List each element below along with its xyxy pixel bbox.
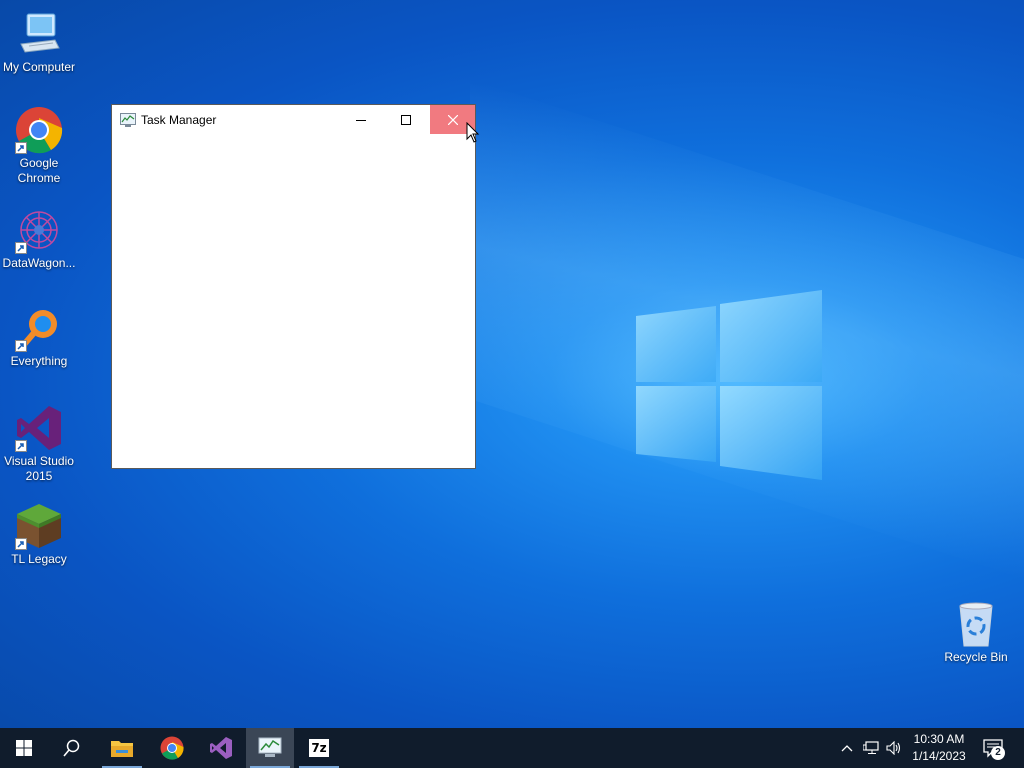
window-titlebar[interactable]: Task Manager bbox=[112, 105, 475, 135]
taskbar: 7z 10:30 AM 1/14/2023 2 bbox=[0, 728, 1024, 768]
visual-studio-icon bbox=[15, 404, 63, 452]
shortcut-arrow-icon bbox=[15, 242, 27, 254]
volume-icon bbox=[886, 741, 901, 755]
volume-tray-button[interactable] bbox=[886, 740, 902, 756]
show-hidden-icons-button[interactable] bbox=[839, 740, 855, 756]
desktop-icon-visual-studio[interactable]: Visual Studio 2015 bbox=[0, 404, 78, 484]
computer-icon bbox=[15, 10, 63, 58]
shortcut-arrow-icon bbox=[15, 440, 27, 452]
datawagon-icon bbox=[15, 206, 63, 254]
shortcut-arrow-icon bbox=[15, 340, 27, 352]
window-content-area bbox=[112, 135, 475, 468]
visual-studio-icon bbox=[210, 737, 232, 759]
desktop-icon-label: DataWagon... bbox=[2, 256, 76, 270]
desktop-icon-label: My Computer bbox=[2, 60, 76, 74]
action-center-button[interactable]: 2 bbox=[980, 728, 1012, 768]
desktop-icon-label: TL Legacy bbox=[11, 552, 67, 566]
search-icon bbox=[63, 739, 80, 757]
task-manager-icon bbox=[258, 737, 282, 757]
task-manager-icon bbox=[120, 113, 136, 127]
minimize-button[interactable] bbox=[338, 105, 383, 134]
clock-time: 10:30 AM bbox=[913, 732, 965, 746]
7zip-icon: 7z bbox=[309, 739, 329, 757]
desktop-icon-label: Everything bbox=[10, 354, 68, 368]
desktop-background: My Computer Google Chrome DataWagon... E… bbox=[0, 0, 1024, 728]
network-tray-button[interactable] bbox=[863, 740, 879, 756]
maximize-icon bbox=[400, 114, 411, 125]
shortcut-arrow-icon bbox=[15, 142, 27, 154]
chevron-up-icon bbox=[841, 745, 853, 752]
folder-icon bbox=[111, 741, 133, 757]
taskbar-task-manager[interactable] bbox=[246, 728, 294, 768]
desktop-icon-google-chrome[interactable]: Google Chrome bbox=[0, 106, 78, 186]
task-manager-window[interactable]: Task Manager bbox=[111, 104, 476, 469]
windows-start-icon bbox=[16, 740, 32, 756]
desktop-icon-label: Visual Studio 2015 bbox=[4, 454, 74, 483]
7zip-label: 7z bbox=[311, 741, 327, 755]
taskbar-clock[interactable]: 10:30 AM 1/14/2023 bbox=[904, 731, 974, 765]
everything-search-icon bbox=[15, 304, 63, 352]
desktop-icon-label: Google Chrome bbox=[17, 156, 61, 185]
desktop-icon-label: Recycle Bin bbox=[944, 650, 1008, 664]
maximize-button[interactable] bbox=[383, 105, 428, 134]
clock-date: 1/14/2023 bbox=[912, 749, 966, 763]
taskbar-7zip[interactable]: 7z bbox=[295, 728, 343, 768]
search-button[interactable] bbox=[48, 728, 96, 768]
chrome-icon bbox=[160, 736, 184, 760]
windows-logo-wallpaper bbox=[636, 290, 822, 480]
network-icon bbox=[863, 741, 879, 754]
desktop-icon-datawagon[interactable]: DataWagon... bbox=[0, 206, 78, 271]
recycle-bin-icon bbox=[952, 600, 1000, 648]
taskbar-chrome[interactable] bbox=[148, 728, 196, 768]
desktop-icon-everything[interactable]: Everything bbox=[0, 304, 78, 369]
close-icon bbox=[447, 114, 458, 125]
chrome-icon bbox=[15, 106, 63, 154]
taskbar-file-explorer[interactable] bbox=[98, 728, 146, 768]
window-title: Task Manager bbox=[141, 113, 217, 127]
taskbar-visual-studio[interactable] bbox=[197, 728, 245, 768]
desktop-icon-tl-legacy[interactable]: TL Legacy bbox=[0, 502, 78, 567]
start-button[interactable] bbox=[0, 728, 48, 768]
desktop-icon-recycle-bin[interactable]: Recycle Bin bbox=[937, 600, 1015, 665]
minimize-icon bbox=[355, 119, 366, 121]
notification-count-badge: 2 bbox=[991, 746, 1005, 760]
mouse-cursor-icon bbox=[466, 122, 480, 143]
desktop-icon-my-computer[interactable]: My Computer bbox=[0, 10, 78, 75]
minecraft-grass-block-icon bbox=[15, 502, 63, 550]
shortcut-arrow-icon bbox=[15, 538, 27, 550]
